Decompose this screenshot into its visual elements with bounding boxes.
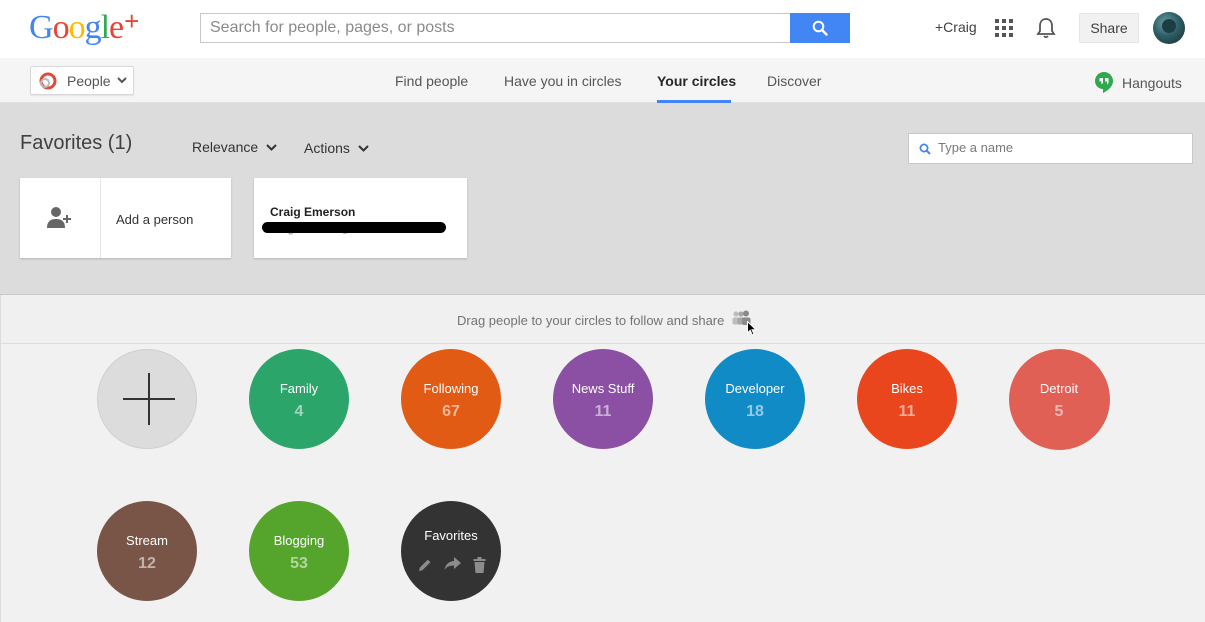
actions-dropdown[interactable]: Actions bbox=[304, 140, 369, 156]
circle-name: Favorites bbox=[424, 528, 478, 543]
share-arrow-icon[interactable] bbox=[444, 557, 461, 571]
google-plus-logo[interactable]: Google+ bbox=[29, 6, 140, 48]
circle-developer[interactable]: Developer 18 bbox=[705, 349, 805, 449]
type-name-field[interactable] bbox=[908, 133, 1193, 164]
circle-count: 11 bbox=[594, 403, 612, 420]
actions-label: Actions bbox=[304, 140, 350, 156]
logo-letter-l: l bbox=[100, 9, 111, 46]
chevron-down-icon bbox=[117, 77, 127, 84]
mouse-pointer-icon bbox=[747, 321, 757, 336]
logo-letter-e: e bbox=[109, 9, 124, 46]
chevron-down-icon bbox=[266, 144, 277, 151]
top-bar: Google+ +Craig Share bbox=[0, 0, 1205, 58]
person-card[interactable]: Craig Emerson craig.emerson@ bbox=[254, 178, 467, 258]
circle-title: Favorites (1) bbox=[20, 132, 133, 154]
edit-pencil-icon[interactable] bbox=[417, 557, 433, 573]
circle-detroit[interactable]: Detroit 5 bbox=[1009, 349, 1110, 450]
logo-plus: + bbox=[124, 6, 140, 36]
circle-family[interactable]: Family 4 bbox=[249, 349, 349, 449]
search-icon bbox=[812, 20, 828, 36]
type-name-input[interactable] bbox=[938, 140, 1178, 155]
circle-name: Stream bbox=[126, 533, 168, 548]
drag-hint-text: Drag people to your circles to follow an… bbox=[457, 313, 725, 328]
circle-name: Blogging bbox=[273, 533, 325, 548]
circle-count: 4 bbox=[294, 403, 304, 420]
redaction-bar bbox=[262, 222, 446, 233]
sub-navigation: People Find people Have you in circles Y… bbox=[0, 58, 1205, 103]
plus-icon-vertical bbox=[148, 373, 150, 425]
circle-bikes[interactable]: Bikes 11 bbox=[857, 349, 957, 449]
share-button[interactable]: Share bbox=[1079, 13, 1139, 43]
circle-name: Bikes bbox=[891, 381, 923, 396]
circle-count: 11 bbox=[898, 403, 916, 420]
circle-news-stuff[interactable]: News Stuff 11 bbox=[553, 349, 653, 449]
search-icon bbox=[919, 143, 931, 155]
notifications-bell-icon[interactable] bbox=[1036, 17, 1056, 39]
circle-count: 67 bbox=[442, 403, 460, 420]
circle-count: 12 bbox=[138, 555, 156, 572]
drag-hint-strip: Drag people to your circles to follow an… bbox=[0, 295, 1205, 344]
circle-following[interactable]: Following 67 bbox=[401, 349, 501, 449]
circle-count: 53 bbox=[290, 555, 308, 572]
logo-letter-g1: G bbox=[29, 9, 54, 46]
add-person-icon bbox=[47, 207, 71, 228]
add-person-icon-cell bbox=[20, 178, 101, 258]
circle-stream[interactable]: Stream 12 bbox=[97, 501, 197, 601]
add-person-card[interactable]: Add a person bbox=[20, 178, 231, 258]
add-person-label: Add a person bbox=[116, 212, 194, 227]
tab-your-circles[interactable]: Your circles bbox=[657, 73, 736, 89]
search-button[interactable] bbox=[790, 13, 850, 43]
circle-favorites[interactable]: Favorites bbox=[401, 501, 501, 601]
app-switcher-label: People bbox=[67, 73, 111, 89]
profile-link[interactable]: +Craig bbox=[935, 19, 977, 35]
tab-discover[interactable]: Discover bbox=[767, 73, 821, 89]
avatar[interactable] bbox=[1153, 12, 1185, 44]
logo-letter-o1: o bbox=[52, 9, 70, 46]
circles-grid: Family 4 Following 67 News Stuff 11 Deve… bbox=[0, 344, 1205, 622]
circle-count: 18 bbox=[746, 403, 764, 420]
circle-name: Following bbox=[423, 381, 479, 396]
circle-name: Developer bbox=[725, 381, 785, 396]
create-circle-button[interactable] bbox=[97, 349, 197, 449]
apps-grid-icon[interactable] bbox=[995, 19, 1013, 37]
tab-have-you-in-circles[interactable]: Have you in circles bbox=[504, 73, 622, 89]
circle-count: 5 bbox=[1054, 403, 1064, 420]
circle-name: Detroit bbox=[1039, 381, 1079, 396]
hangouts-icon[interactable] bbox=[1095, 72, 1113, 93]
person-name: Craig Emerson bbox=[270, 205, 356, 219]
circle-blogging[interactable]: Blogging 53 bbox=[249, 501, 349, 601]
circle-members-panel: Favorites (1) Relevance Actions Add a pe… bbox=[0, 103, 1205, 295]
app-switcher-button[interactable]: People bbox=[30, 66, 134, 95]
people-app-icon bbox=[39, 72, 57, 90]
hangouts-link[interactable]: Hangouts bbox=[1122, 75, 1182, 91]
sort-dropdown[interactable]: Relevance bbox=[192, 139, 277, 155]
chevron-down-icon bbox=[358, 145, 369, 152]
search-input[interactable] bbox=[200, 13, 791, 43]
tab-find-people[interactable]: Find people bbox=[395, 73, 468, 89]
logo-letter-g2: g bbox=[84, 9, 102, 46]
sort-label: Relevance bbox=[192, 139, 259, 155]
circle-name: News Stuff bbox=[571, 381, 635, 396]
circle-name: Family bbox=[279, 381, 319, 396]
logo-letter-o2: o bbox=[68, 9, 86, 46]
trash-icon[interactable] bbox=[473, 557, 486, 573]
